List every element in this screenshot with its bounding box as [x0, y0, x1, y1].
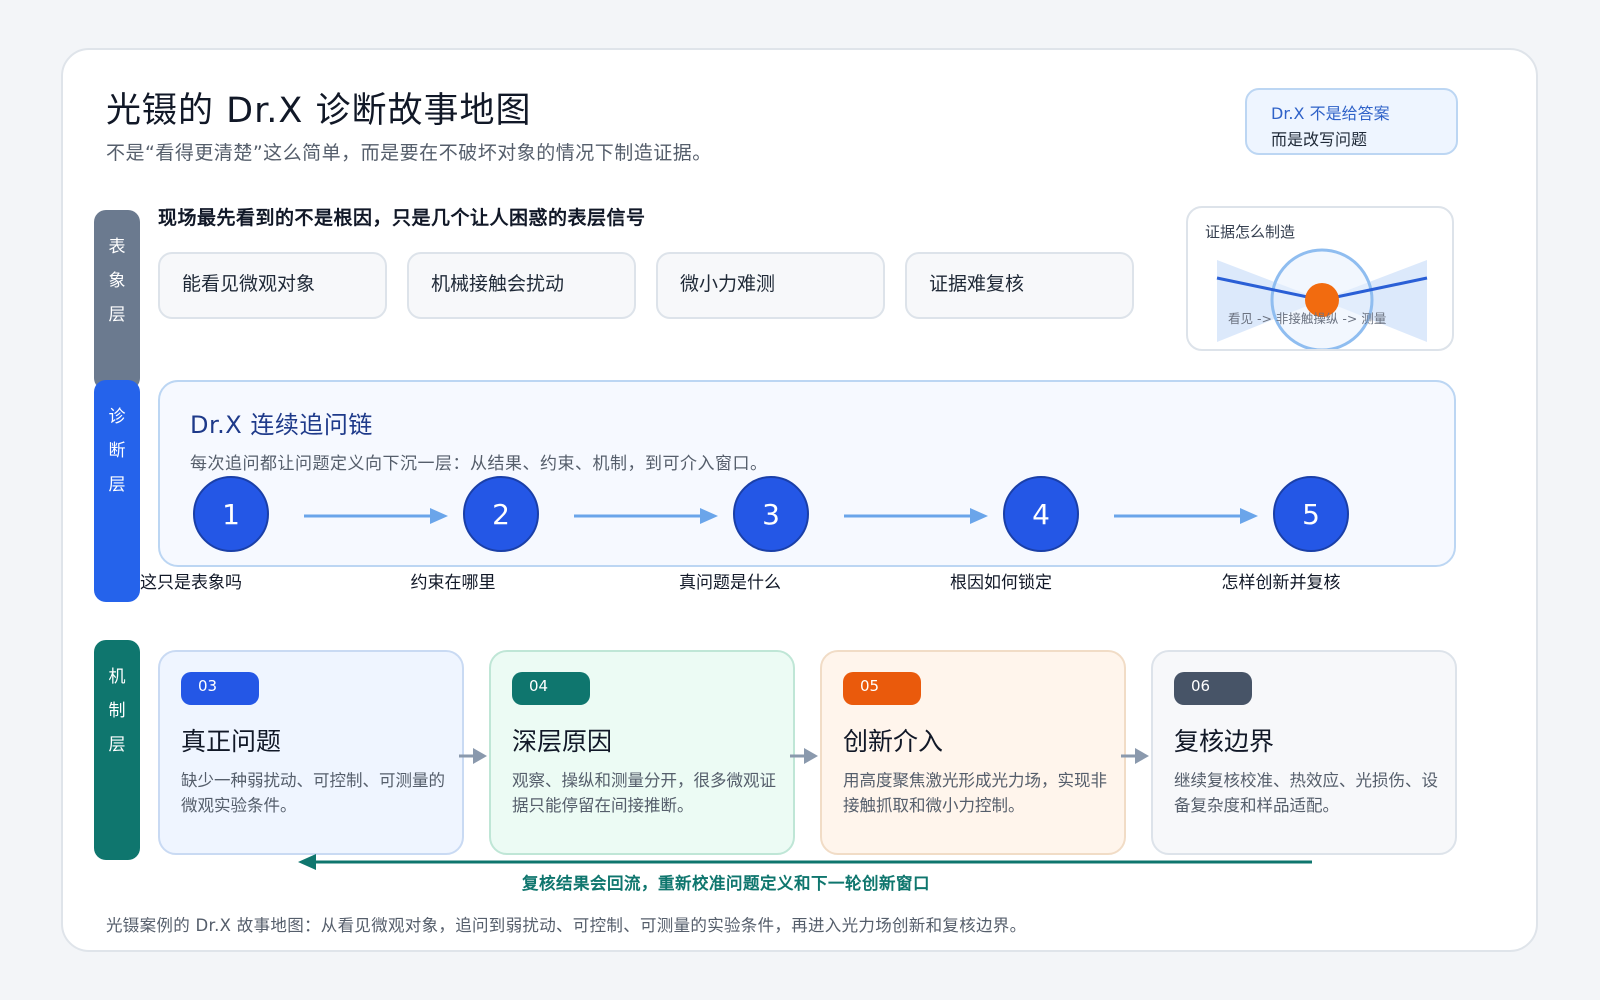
step-label: 真问题是什么 [679, 573, 781, 593]
chain-arrow [574, 508, 718, 524]
layer-tab-char: 机 [108, 667, 126, 687]
layer-tab-char: 层 [108, 305, 126, 325]
footer-caption: 光镊案例的 Dr.X 故事地图：从看见微观对象，追问到弱扰动、可控制、可测量的实… [106, 916, 1027, 935]
page-title: 光镊的 Dr.X 诊断故事地图 [106, 91, 532, 131]
step-circle: 1 [193, 476, 269, 552]
chain-title: Dr.X 连续追问链 [190, 411, 373, 439]
mechanism-arrow [459, 748, 487, 764]
step-label: 根因如何锁定 [950, 573, 1052, 593]
layer-tab-char: 层 [108, 475, 126, 495]
card-description: 观察、操纵和测量分开，很多微观证据只能停留在间接推断。 [512, 771, 776, 815]
layer-tab-char: 断 [108, 441, 126, 461]
signal-chip: 证据难复核 [905, 252, 1134, 319]
step-label: 约束在哪里 [410, 573, 496, 593]
step-circle: 3 [733, 476, 809, 552]
mechanism-arrow [1121, 748, 1149, 764]
drx-note-box: Dr.X 不是给答案 而是改写问题 [1245, 88, 1458, 155]
step-circle: 2 [463, 476, 539, 552]
layer-tab-mechanism: 机 制 层 [94, 640, 140, 860]
note-line-2: 而是改写问题 [1271, 130, 1368, 149]
card-number-badge: 05 [843, 672, 921, 705]
card-number-badge: 03 [181, 672, 259, 705]
card-description: 用高度聚焦激光形成光力场，实现非接触抓取和微小力控制。 [843, 771, 1107, 815]
mechanism-arrow [790, 748, 818, 764]
chain-arrow [844, 508, 988, 524]
note-line-1: Dr.X 不是给答案 [1271, 104, 1390, 123]
layer-tab-char: 表 [108, 237, 126, 257]
card-number-badge: 04 [512, 672, 590, 705]
chain-arrow [1114, 508, 1258, 524]
card-number-badge: 06 [1174, 672, 1252, 705]
card-description: 继续复核校准、热效应、光损伤、设备复杂度和样品适配。 [1174, 771, 1438, 815]
layer-tab-char: 诊 [108, 407, 126, 427]
layer-tab-char: 层 [108, 735, 126, 755]
signal-chip: 微小力难测 [656, 252, 885, 319]
layer-tab-char: 象 [108, 271, 126, 291]
mechanism-card: 06 复核边界 继续复核校准、热效应、光损伤、设备复杂度和样品适配。 [1151, 650, 1457, 855]
card-title: 复核边界 [1174, 727, 1275, 756]
evidence-diagram: 证据怎么制造 看见 -> 非接触操纵 -> 测量 [1186, 206, 1454, 351]
chain-description: 每次追问都让问题定义向下沉一层：从结果、约束、机制，到可介入窗口。 [190, 454, 768, 474]
mechanism-card: 04 深层原因 观察、操纵和测量分开，很多微观证据只能停留在间接推断。 [489, 650, 795, 855]
card-title: 深层原因 [512, 727, 613, 756]
chain-arrow [304, 508, 448, 524]
mechanism-card: 05 创新介入 用高度聚焦激光形成光力场，实现非接触抓取和微小力控制。 [820, 650, 1126, 855]
card-title: 创新介入 [843, 727, 944, 756]
feedback-loop-arrow [298, 854, 1312, 870]
surface-heading: 现场最先看到的不是根因，只是几个让人困惑的表层信号 [158, 207, 646, 229]
layer-tab-char: 制 [108, 701, 126, 721]
layer-tab-surface: 表 象 层 [94, 210, 140, 390]
card-title: 真正问题 [181, 727, 282, 756]
page-subtitle: 不是“看得更清楚”这么简单，而是要在不破坏对象的情况下制造证据。 [106, 142, 712, 164]
signal-chip: 机械接触会扰动 [407, 252, 636, 319]
step-label: 这只是表象吗 [140, 573, 242, 593]
card-description: 缺少一种弱扰动、可控制、可测量的微观实验条件。 [181, 771, 445, 815]
step-label: 怎样创新并复核 [1221, 573, 1341, 593]
signal-chip: 能看见微观对象 [158, 252, 387, 319]
step-circle: 4 [1003, 476, 1079, 552]
feedback-label: 复核结果会回流，重新校准问题定义和下一轮创新窗口 [522, 874, 930, 893]
evidence-caption: 看见 -> 非接触操纵 -> 测量 [1228, 311, 1387, 326]
mechanism-card: 03 真正问题 缺少一种弱扰动、可控制、可测量的微观实验条件。 [158, 650, 464, 855]
evidence-title: 证据怎么制造 [1205, 223, 1296, 241]
step-circle: 5 [1273, 476, 1349, 552]
